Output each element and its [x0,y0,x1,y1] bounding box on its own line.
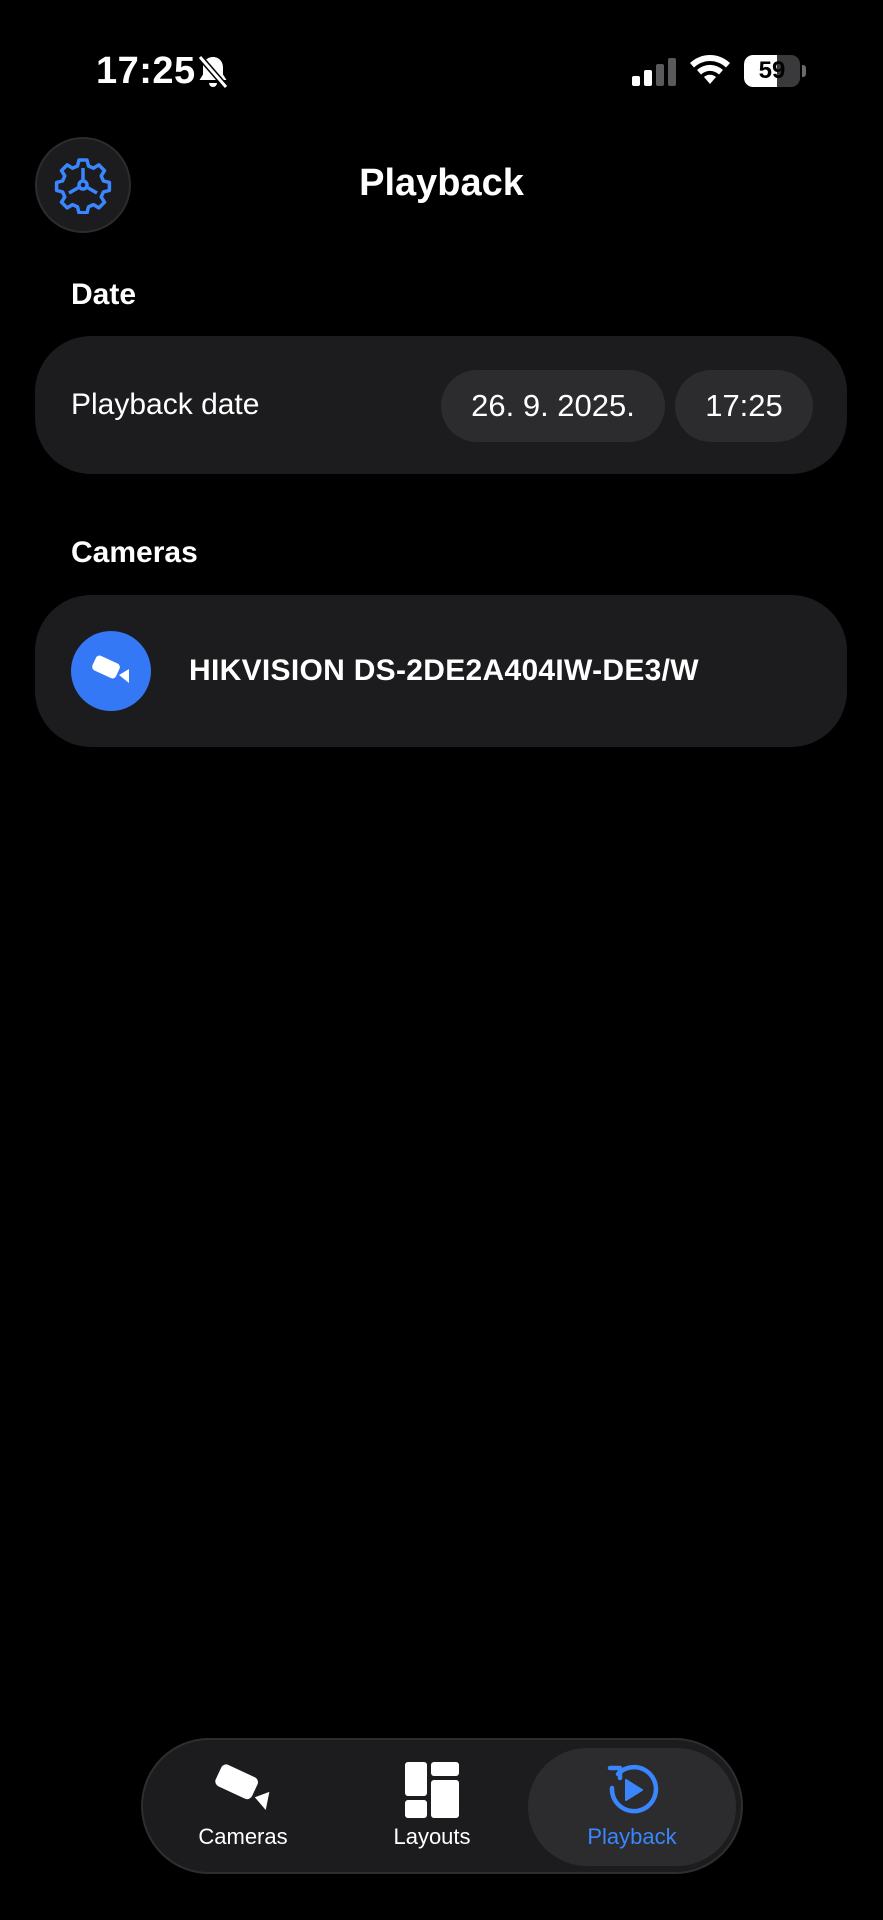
playback-screen: 17:25 59 Playback Date Playback date 26.… [0,0,883,1920]
battery-icon: 59 [744,55,806,87]
date-picker-button[interactable]: 26. 9. 2025. [441,370,665,442]
wifi-icon [690,55,730,84]
tab-bar: Cameras Layouts Playback [141,1738,743,1874]
playback-date-row: Playback date 26. 9. 2025. 17:25 [35,336,847,474]
playback-icon [607,1764,659,1814]
camera-name: HIKVISION DS-2DE2A404IW-DE3/W [189,654,699,687]
signal-icon [632,58,676,86]
tab-playback-label: Playback [587,1824,677,1849]
camera-list-item[interactable]: HIKVISION DS-2DE2A404IW-DE3/W [35,595,847,747]
time-picker-button[interactable]: 17:25 [675,370,813,442]
page-title: Playback [359,162,524,204]
security-camera-icon [215,1764,270,1810]
tab-layouts[interactable]: Layouts [342,1748,522,1866]
playback-date-label: Playback date [71,388,260,421]
tab-playback[interactable]: Playback [528,1748,736,1866]
tab-cameras-label: Cameras [198,1824,288,1849]
status-time: 17:25 [96,50,196,92]
layout-grid-icon [405,1762,459,1818]
cameras-section-header: Cameras [71,536,198,569]
date-section-header: Date [71,278,137,311]
bell-off-icon [197,55,229,89]
tab-cameras[interactable]: Cameras [143,1748,343,1866]
camera-avatar [71,631,151,711]
battery-percentage: 59 [758,57,786,84]
status-bar: 17:25 59 [0,0,883,140]
security-camera-icon [92,655,129,683]
tab-layouts-label: Layouts [393,1824,471,1849]
